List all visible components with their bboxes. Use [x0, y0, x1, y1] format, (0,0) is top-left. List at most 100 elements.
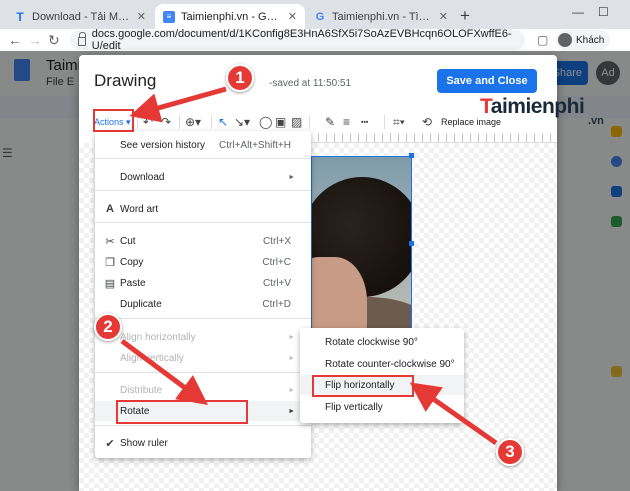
step-badge-1: 1 — [226, 64, 254, 92]
menu-divider — [95, 318, 311, 319]
lock-icon — [78, 31, 86, 46]
maximize-icon[interactable]: ☐ — [598, 5, 609, 19]
close-icon[interactable]: ✕ — [288, 10, 297, 23]
highlight-rotate — [116, 400, 248, 424]
tab-title: Download - Tải Miễn Phí VN - — [32, 10, 131, 23]
menu-item-label: Show ruler — [120, 437, 168, 449]
toolbar-divider — [384, 115, 385, 129]
menu-item-label: Rotate clockwise 90° — [325, 336, 418, 348]
toolbar-divider — [211, 115, 212, 129]
menu-item-align-vertically: Align vertically ► — [95, 348, 311, 368]
watermark-first-letter: T — [480, 95, 491, 118]
menu-item-shortcut: Ctrl+V — [262, 277, 291, 289]
menu-item-rotate-counter-clockwise[interactable]: Rotate counter-clockwise 90° — [300, 354, 464, 374]
resize-handle[interactable] — [409, 241, 414, 246]
address-bar[interactable]: docs.google.com/document/d/1KConfig8E3Hn… — [70, 28, 525, 52]
menu-item-label: Word art — [120, 203, 159, 215]
tab-download[interactable]: T Download - Tải Miễn Phí VN - ✕ — [6, 4, 154, 29]
reload-icon[interactable]: ↻ — [48, 32, 60, 48]
menu-item-align-horizontally: Align horizontally ► — [95, 327, 311, 347]
browser-toolbar: ← → ↻ docs.google.com/document/d/1KConfi… — [0, 28, 630, 52]
tab-google-search[interactable]: G Taimienphi.vn - Tìm trên Google ✕ — [306, 4, 456, 29]
reset-image-icon[interactable]: ⟲ — [422, 113, 432, 131]
watermark-suffix: .vn — [588, 115, 604, 127]
highlight-flip-horizontally — [312, 375, 414, 397]
menu-item-label: See version history — [120, 139, 206, 151]
close-icon[interactable]: ✕ — [137, 10, 146, 23]
profile-name: Khách — [576, 34, 605, 46]
reading-list-icon[interactable]: ▢ — [537, 32, 548, 48]
menu-item-duplicate[interactable]: Duplicate Ctrl+D — [95, 294, 311, 314]
forward-icon[interactable]: → — [28, 32, 42, 48]
border-color-icon[interactable]: ✎ — [325, 113, 335, 131]
google-favicon-icon: G — [315, 10, 325, 23]
menu-item-label: Align horizontally — [120, 331, 196, 343]
menu-item-shortcut: Ctrl+Alt+Shift+H — [219, 139, 291, 151]
profile-avatar-icon — [558, 33, 572, 47]
menu-item-label: Paste — [120, 277, 146, 289]
step-badge-2: 2 — [94, 313, 122, 341]
shape-icon[interactable]: ◯ — [259, 113, 272, 131]
menu-item-flip-vertically[interactable]: Flip vertically — [300, 397, 464, 417]
menu-divider — [95, 190, 311, 191]
selected-image[interactable] — [311, 156, 412, 331]
new-tab-button[interactable]: + — [460, 6, 470, 26]
back-icon[interactable]: ← — [8, 32, 22, 48]
menu-item-paste[interactable]: ▤ Paste Ctrl+V — [95, 273, 311, 293]
border-weight-icon[interactable]: ≡ — [343, 113, 350, 131]
submenu-arrow-icon: ► — [288, 354, 295, 362]
menu-item-show-ruler[interactable]: ✔ Show ruler — [95, 433, 311, 453]
save-and-close-button[interactable]: Save and Close — [437, 69, 537, 93]
menu-divider — [95, 222, 311, 223]
scissors-icon: ✂ — [105, 235, 115, 248]
menu-divider — [95, 158, 311, 159]
crop-icon[interactable]: ⌗▾ — [393, 113, 405, 131]
profile-button[interactable]: Khách — [556, 30, 611, 50]
menu-item-label: Cut — [120, 235, 136, 247]
border-dash-icon[interactable]: ┅ — [361, 113, 368, 131]
horizontal-ruler — [310, 133, 557, 143]
image-icon[interactable]: ▨ — [291, 113, 302, 131]
taimienphi-favicon-icon: T — [16, 9, 24, 24]
tab-title: Taimienphi.vn - Google Docs — [181, 10, 282, 23]
browser-tab-strip: T Download - Tải Miễn Phí VN - ✕ ≡ Taimi… — [0, 0, 630, 29]
taimienphi-watermark: Taimienphi — [480, 95, 585, 119]
checkmark-icon: ✔ — [105, 437, 115, 450]
paste-icon: ▤ — [104, 277, 116, 290]
zoom-icon[interactable]: ⊕▾ — [185, 113, 201, 131]
undo-icon[interactable]: ↶ — [143, 113, 153, 131]
menu-item-shortcut: Ctrl+D — [262, 298, 291, 310]
text-box-icon[interactable]: ▣ — [275, 113, 286, 131]
google-docs-favicon-icon: ≡ — [163, 10, 175, 23]
redo-icon[interactable]: ↷ — [161, 113, 171, 131]
watermark-text: aimienphi — [490, 95, 585, 118]
line-icon[interactable]: ↘▾ — [234, 113, 250, 131]
word-art-icon: A — [106, 203, 114, 215]
menu-item-version-history[interactable]: See version history Ctrl+Alt+Shift+H — [95, 135, 311, 155]
menu-item-label: Download — [120, 171, 165, 183]
toolbar-divider — [309, 115, 310, 129]
highlight-actions — [93, 109, 134, 132]
tab-title: Taimienphi.vn - Tìm trên Google — [332, 10, 433, 23]
menu-item-download[interactable]: Download ► — [95, 167, 311, 187]
menu-divider — [95, 372, 311, 373]
menu-item-cut[interactable]: ✂ Cut Ctrl+X — [95, 231, 311, 251]
toolbar-divider — [179, 115, 180, 129]
tab-google-docs[interactable]: ≡ Taimienphi.vn - Google Docs ✕ — [155, 4, 305, 29]
menu-item-word-art[interactable]: A Word art — [95, 199, 311, 219]
menu-item-copy[interactable]: ❐ Copy Ctrl+C — [95, 252, 311, 272]
dialog-title: Drawing — [94, 71, 157, 90]
submenu-arrow-icon: ► — [288, 386, 295, 394]
submenu-arrow-icon: ► — [288, 173, 295, 181]
close-icon[interactable]: ✕ — [439, 10, 448, 23]
select-icon[interactable]: ↖ — [218, 113, 228, 131]
resize-handle[interactable] — [409, 153, 414, 158]
save-status: -saved at 11:50:51 — [269, 78, 352, 89]
menu-item-rotate-clockwise[interactable]: Rotate clockwise 90° — [300, 332, 464, 352]
menu-item-shortcut: Ctrl+X — [262, 235, 291, 247]
minimize-icon[interactable]: — — [572, 5, 584, 19]
menu-item-label: Copy — [120, 256, 144, 268]
menu-item-label: Align vertically — [120, 352, 184, 364]
step-badge-3: 3 — [496, 438, 524, 466]
menu-item-shortcut: Ctrl+C — [262, 256, 291, 268]
